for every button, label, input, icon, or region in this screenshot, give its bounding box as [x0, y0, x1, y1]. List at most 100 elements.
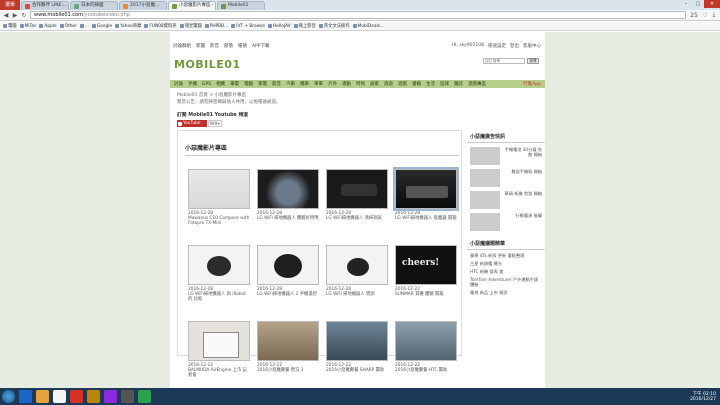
browser-tab[interactable]: 小惡魔影片專區 - Mobile01	[168, 1, 216, 10]
mainnav-item[interactable]: 單車	[314, 81, 323, 87]
mainnav-item[interactable]: 討論	[174, 81, 183, 87]
video-title[interactable]: 2016小惡魔聚餐 實況 1	[257, 368, 319, 373]
browser-menu-button[interactable]: 選單	[0, 0, 20, 10]
close-icon[interactable]: ✕	[704, 0, 720, 8]
ad-image[interactable]	[470, 169, 500, 187]
video-thumbnail[interactable]	[326, 321, 388, 361]
topnav-item[interactable]: 討論群組	[173, 43, 191, 49]
back-icon[interactable]: ◀	[3, 12, 9, 19]
browser-tab[interactable]: 2017小惡魔...	[119, 1, 167, 10]
mainnav-item[interactable]: 影音	[272, 81, 281, 87]
taskbar-app-icon[interactable]	[104, 390, 117, 403]
mainnav-item[interactable]: 運動	[342, 81, 351, 87]
user-link[interactable]: 帳號設定	[488, 43, 506, 49]
video-title[interactable]: 2016小惡魔聚餐 SHARP 贊助	[326, 368, 388, 373]
video-card[interactable]: 2016-12-28 LG WiFi 掃地機器人 實測	[326, 245, 388, 313]
video-title[interactable]: Mawanus C10 Compare with Fotopro TX-Mini	[188, 216, 250, 226]
taskbar-app-icon[interactable]	[36, 390, 49, 403]
video-card[interactable]: 2016-12-28 Mawanus C10 Compare with Fotop…	[188, 169, 250, 237]
topnav-item[interactable]: APP下載	[252, 43, 270, 49]
mainnav-item[interactable]: 筆電	[230, 81, 239, 87]
bookmark-item[interactable]: 電腦	[3, 23, 17, 29]
mainnav-item[interactable]: 居家	[370, 81, 379, 87]
video-card[interactable]: 2016-12-22 2016小惡魔聚餐 實況 1	[257, 321, 319, 388]
search-button[interactable]: 搜尋	[527, 58, 539, 64]
url-field[interactable]: www.mobile01.com/youtubevideo.php	[30, 11, 686, 19]
video-title[interactable]: BALMUDA AirEngine 上市 記者會	[188, 368, 250, 378]
video-card[interactable]: 2016-12-28 LG WiFi 掃地機器人 體驗好用嗎	[257, 169, 319, 237]
ad-image[interactable]	[470, 191, 500, 209]
video-thumbnail[interactable]	[188, 321, 250, 361]
user-link[interactable]: 登出	[510, 43, 519, 49]
bookmark-item[interactable]: ...	[79, 24, 89, 29]
ad-item[interactable]: 手機電池 30分鐘 充飽 開箱	[467, 143, 545, 165]
taskbar-app-icon[interactable]	[70, 390, 83, 403]
video-card[interactable]: cheers! 2016-12-22 SUNMAR 耳機 體驗 開箱	[395, 245, 457, 313]
video-thumbnail[interactable]	[393, 167, 459, 211]
youtube-subscribe-button[interactable]: YouTube	[177, 120, 207, 127]
news-item[interactable]: 蘋果 iOS 新版 更新 重點整理	[467, 250, 545, 258]
video-thumbnail[interactable]	[395, 321, 457, 361]
video-card[interactable]: 2016-12-28 LG WiFi掃地機器人 吸塵器 開箱	[393, 167, 459, 237]
mainnav-item[interactable]: 機車	[300, 81, 309, 87]
video-title[interactable]: LG WiFi掃地機器人 2 手機遙控	[257, 292, 319, 297]
ad-image[interactable]	[470, 147, 500, 165]
bookmark-item[interactable]: MiTac	[19, 24, 36, 29]
video-title[interactable]: LG WiFi 掃地機器人 體驗好用嗎	[257, 216, 319, 221]
maximize-icon[interactable]: ▢	[692, 0, 704, 8]
news-item[interactable]: TomTom Adventurer 戶外運動手錶 體驗	[467, 274, 545, 287]
video-card[interactable]: 2016-12-22 2016小惡魔聚餐 SHARP 贊助	[326, 321, 388, 388]
video-thumbnail[interactable]	[188, 245, 250, 285]
news-item[interactable]: HTC 新機 發表 會	[467, 266, 545, 274]
mainnav-item[interactable]: 戶外	[328, 81, 337, 87]
bookmark-item[interactable]: Apple	[39, 24, 57, 29]
topnav-item[interactable]: 帳號	[238, 43, 247, 49]
bookmark-item[interactable]: IVT + Browse	[231, 24, 265, 29]
bookmark-item[interactable]: 英文文法創作	[318, 23, 350, 29]
video-thumbnail[interactable]	[257, 169, 319, 209]
mainnav-item[interactable]: 電腦	[244, 81, 253, 87]
heart-icon[interactable]: ♡	[702, 12, 708, 19]
bookmark-item[interactable]: HelloJAV	[267, 24, 291, 29]
topnav-item[interactable]: 影音	[210, 43, 219, 49]
browser-tab[interactable]: 日本的韓國	[70, 1, 118, 10]
video-card[interactable]: 2016-12-28 LG WiFi掃地機器人 清掃測試	[326, 169, 388, 237]
taskbar-app-icon[interactable]	[121, 390, 134, 403]
bookmark-item[interactable]: 瑞昱電腦	[179, 23, 202, 29]
search-input[interactable]	[483, 58, 525, 64]
ad-item[interactable]: 行動電源 推薦	[467, 209, 545, 231]
bookmark-item[interactable]: MobiDeals...	[352, 24, 384, 29]
mainnav-item[interactable]: 家電	[258, 81, 267, 87]
taskbar-app-icon[interactable]	[53, 390, 66, 403]
download-icon[interactable]: ⤓	[711, 11, 717, 19]
mainnav-item[interactable]: 區域	[440, 81, 449, 87]
bookmark-item[interactable]: Yahoo奇摩	[115, 23, 141, 29]
mainnav-item[interactable]: 汽車	[286, 81, 295, 87]
mainnav-item[interactable]: 時尚	[356, 81, 365, 87]
reload-icon[interactable]: ↻	[21, 12, 27, 19]
ad-item[interactable]: 華碩 新機 首發 開箱	[467, 187, 545, 209]
video-thumbnail[interactable]	[326, 169, 388, 209]
user-link[interactable]: 客服中心	[523, 43, 541, 49]
bookmark-item[interactable]: FUN08資料夾	[144, 23, 177, 29]
system-clock[interactable]: 下午 02:10 2016/12/27	[690, 392, 720, 402]
taskbar-app-icon[interactable]	[87, 390, 100, 403]
video-title[interactable]: LG WiFi掃地機器人 吸塵器 開箱	[395, 216, 457, 221]
mainnav-item[interactable]: 雜誌	[454, 81, 463, 87]
mainnav-item[interactable]: GPS	[202, 82, 211, 87]
video-card[interactable]: 2016-12-22 BALMUDA AirEngine 上市 記者會	[188, 321, 250, 388]
mainnav-item[interactable]: 生活	[426, 81, 435, 87]
topnav-item[interactable]: 部落	[224, 43, 233, 49]
bookmark-item[interactable]: Other	[59, 24, 77, 29]
mainnav-item[interactable]: 旅遊	[384, 81, 393, 87]
mainnav-item[interactable]: 遊戲	[398, 81, 407, 87]
user-link[interactable]: HI, sky901108	[452, 43, 484, 49]
taskbar-app-icon[interactable]	[19, 390, 32, 403]
bookmark-item[interactable]: PHPBB...	[204, 24, 228, 29]
video-thumbnail[interactable]	[326, 245, 388, 285]
browser-tab[interactable]: 合作夥伴 LINE:...	[21, 1, 69, 10]
video-title[interactable]: LG WiFi 掃地機器人 實測	[326, 292, 388, 297]
bookmark-item[interactable]: Google	[91, 24, 112, 29]
video-card[interactable]: 2016-12-28 LG WiFi掃地機器人 2 手機遙控	[257, 245, 319, 313]
bookmark-item[interactable]: 綠上影音	[293, 23, 316, 29]
